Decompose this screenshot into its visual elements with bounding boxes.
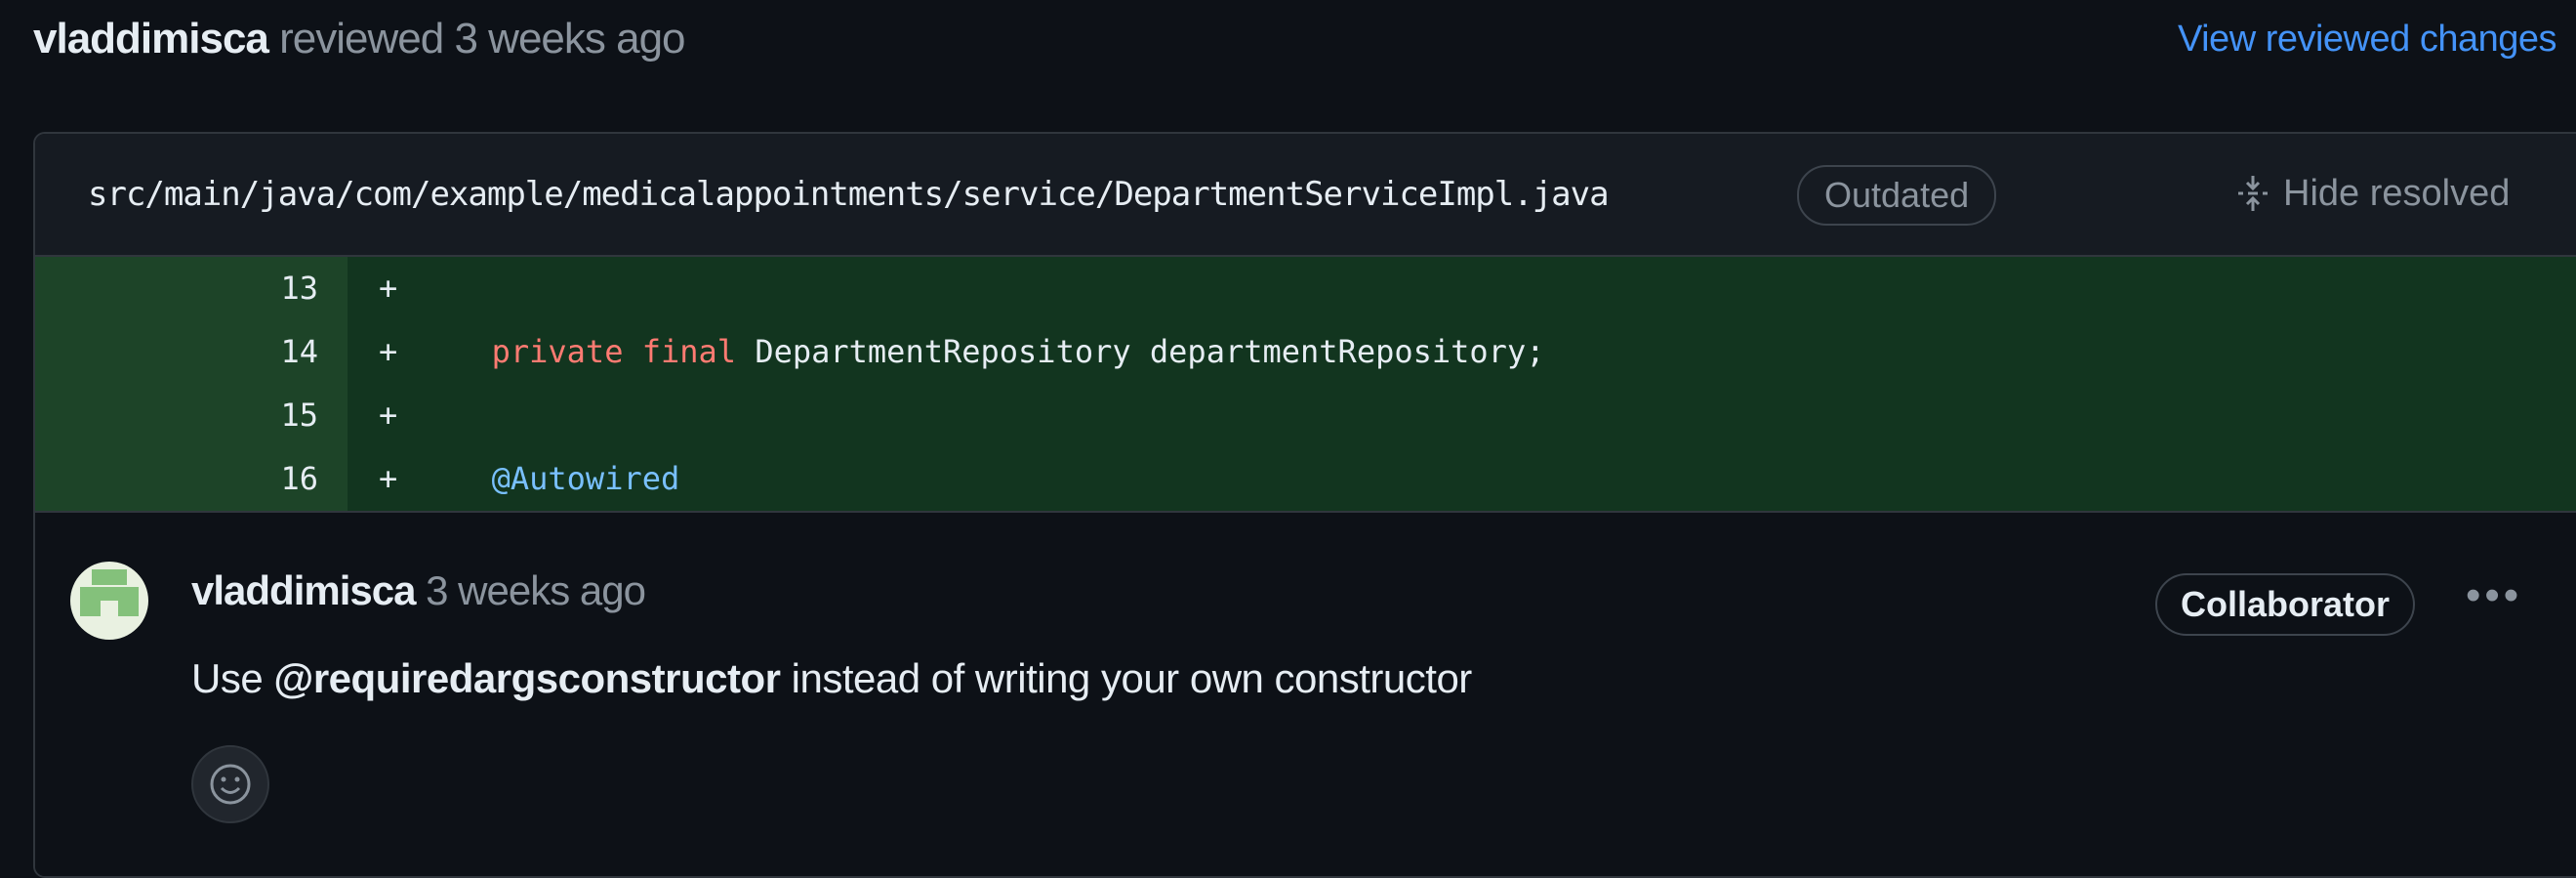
diff-hunk: 13 + 14 + private final DepartmentReposi… — [35, 257, 2576, 511]
view-reviewed-changes-link[interactable]: View reviewed changes — [2178, 10, 2557, 68]
hide-resolved-label: Hide resolved — [2283, 172, 2511, 214]
kebab-horizontal-icon[interactable]: ••• — [2466, 571, 2522, 620]
review-comment: vladdimisca 3 weeks ago Collaborator •••… — [35, 511, 2576, 876]
keyword-private: private — [491, 333, 624, 370]
mention-link[interactable]: @requiredargsconstructor — [273, 655, 781, 701]
diff-line: 15 + — [35, 384, 2576, 447]
review-header: vladdimisca reviewed 3 weeks ago — [33, 10, 686, 68]
avatar[interactable] — [70, 562, 148, 640]
review-thread-card: src/main/java/com/example/medicalappoint… — [33, 132, 2576, 878]
collaborator-badge: Collaborator — [2155, 573, 2416, 636]
avatar-pattern — [101, 601, 118, 630]
code-line: + private final DepartmentRepository dep… — [348, 320, 1544, 384]
code-line: + @Autowired — [348, 447, 679, 511]
line-number[interactable]: 14 — [35, 320, 348, 384]
comment-text-prefix: Use — [191, 655, 264, 701]
review-author[interactable]: vladdimisca — [33, 15, 269, 63]
unfold-icon — [2238, 176, 2268, 211]
review-action: reviewed — [279, 15, 444, 63]
code-text: DepartmentRepository departmentRepositor… — [755, 333, 1545, 370]
comment-author[interactable]: vladdimisca — [191, 567, 416, 613]
comment-time[interactable]: 3 weeks ago — [426, 567, 646, 613]
line-number[interactable]: 13 — [35, 257, 348, 320]
code-line: + — [348, 257, 397, 320]
file-header: src/main/java/com/example/medicalappoint… — [35, 134, 2576, 257]
comment-meta: vladdimisca 3 weeks ago — [191, 562, 646, 620]
diff-marker: + — [379, 397, 398, 434]
diff-line: 16 + @Autowired — [35, 447, 2576, 511]
diff-line: 13 + — [35, 257, 2576, 320]
diff-line: 14 + private final DepartmentRepository … — [35, 320, 2576, 384]
smiley-icon — [210, 764, 251, 805]
line-number[interactable]: 15 — [35, 384, 348, 447]
comment-body: Use @requiredargsconstructor instead of … — [191, 649, 1472, 708]
add-reaction-button[interactable] — [191, 745, 269, 823]
line-number[interactable]: 16 — [35, 447, 348, 511]
outdated-badge: Outdated — [1797, 165, 1997, 226]
file-path[interactable]: src/main/java/com/example/medicalappoint… — [88, 134, 1610, 255]
annotation-autowired: @Autowired — [491, 460, 680, 497]
diff-marker: + — [379, 270, 398, 307]
keyword-final: final — [641, 333, 737, 370]
hide-resolved-button[interactable]: Hide resolved — [2236, 161, 2510, 226]
avatar-pattern — [92, 569, 127, 585]
review-time[interactable]: 3 weeks ago — [454, 15, 685, 63]
comment-text-suffix: instead of writing your own constructor — [791, 655, 1473, 701]
code-line: + — [348, 384, 397, 447]
diff-marker: + — [379, 333, 398, 370]
diff-marker: + — [379, 460, 398, 497]
